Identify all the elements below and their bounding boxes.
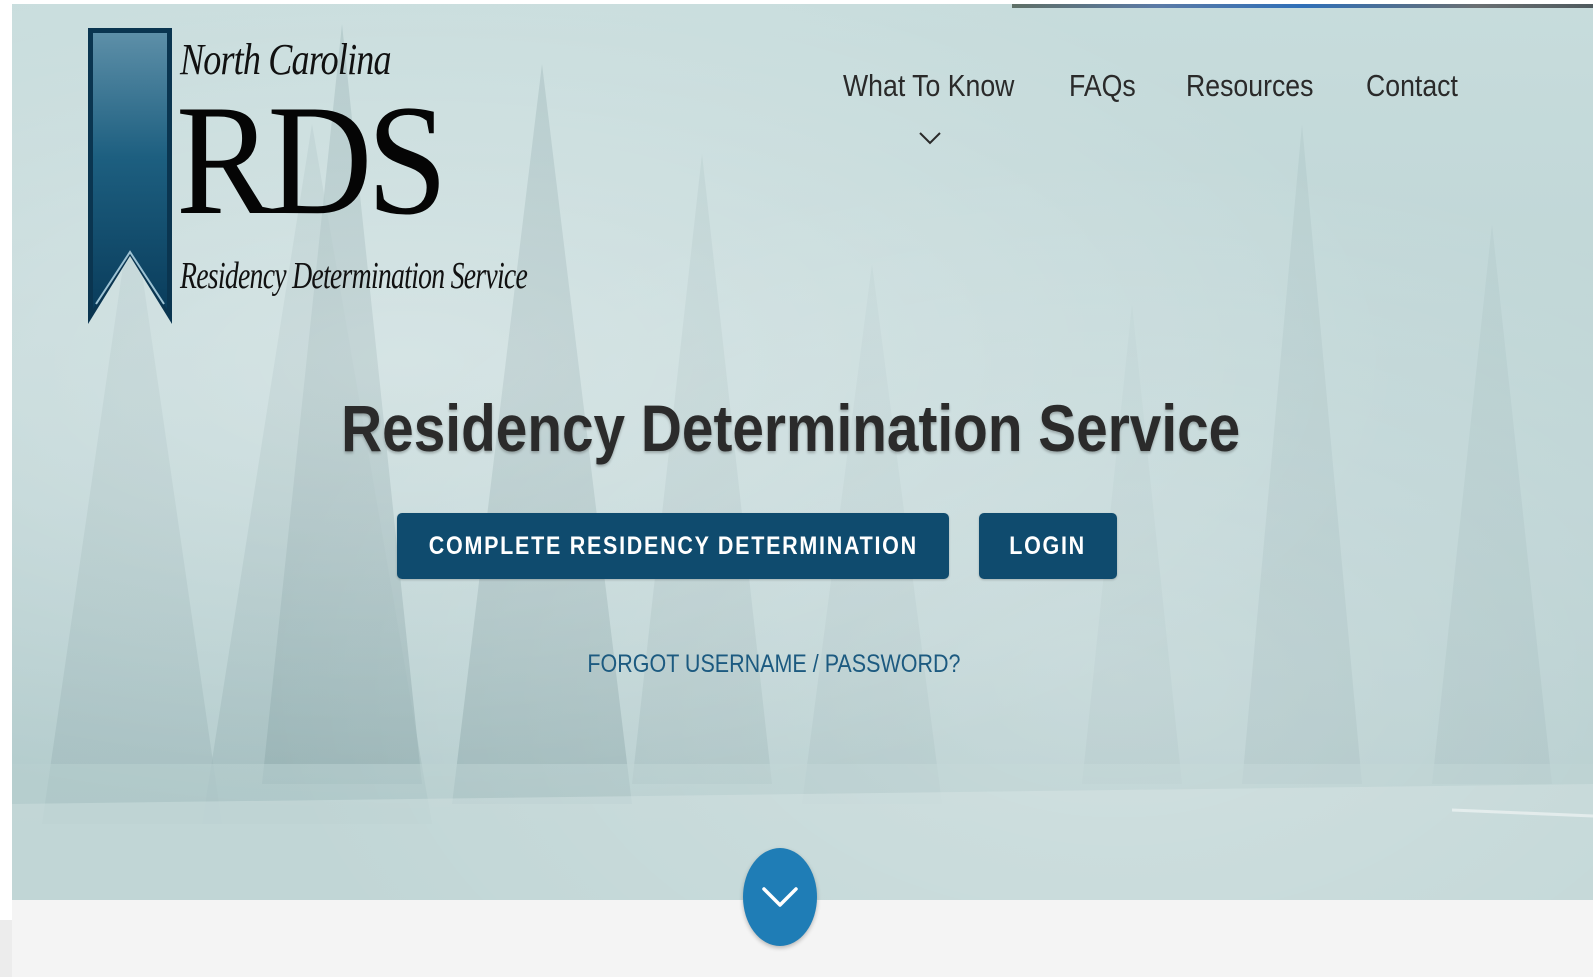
nav-item-what-to-know[interactable]: What To Know [843, 68, 1014, 104]
login-button[interactable]: LOGIN [979, 513, 1117, 579]
forgot-credentials-label: FORGOT USERNAME / PASSWORD? [587, 650, 961, 678]
chevron-down-icon [762, 887, 798, 907]
content-left-edge [0, 920, 12, 977]
scroll-down-button[interactable] [743, 848, 817, 946]
ribbon-icon [88, 28, 172, 324]
login-label: LOGIN [1009, 531, 1087, 560]
chevron-down-icon[interactable] [916, 128, 944, 148]
left-margin [0, 0, 12, 977]
site-logo[interactable]: North Carolina RDS Residency Determinati… [86, 26, 546, 326]
complete-determination-label: COMPLETE RESIDENCY DETERMINATION [428, 531, 918, 560]
forgot-credentials-link[interactable]: FORGOT USERNAME / PASSWORD? [0, 650, 1548, 679]
complete-determination-button[interactable]: COMPLETE RESIDENCY DETERMINATION [397, 513, 949, 579]
nav-item-faqs[interactable]: FAQs [1069, 68, 1136, 104]
page-title: Residency Determination Service [0, 390, 1581, 466]
nav-item-resources[interactable]: Resources [1186, 68, 1313, 104]
page: North Carolina RDS Residency Determinati… [0, 0, 1593, 977]
logo-subtitle: Residency Determination Service [180, 255, 528, 297]
logo-acronym: RDS [176, 73, 448, 248]
page-title-text: Residency Determination Service [340, 391, 1241, 465]
nav-item-contact[interactable]: Contact [1366, 68, 1458, 104]
